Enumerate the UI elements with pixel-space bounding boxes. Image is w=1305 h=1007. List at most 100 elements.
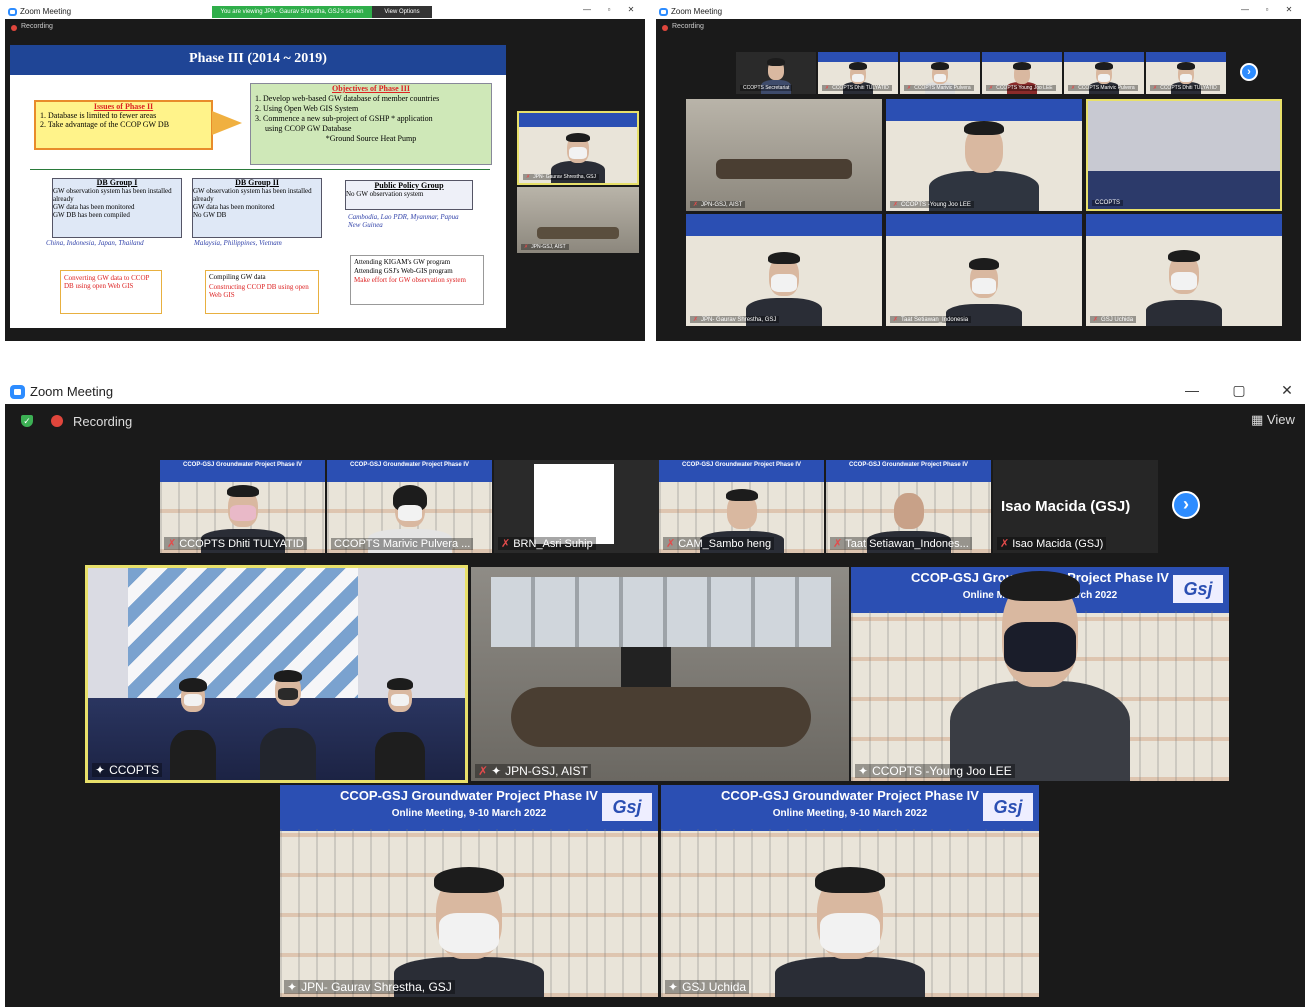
- blank-video: [534, 464, 614, 544]
- video-tile[interactable]: CCOP-GSJ Groundwater Project Phase IVOnl…: [661, 785, 1039, 997]
- participant-label: ✗ CCOPTS Young Joo LEE: [986, 85, 1056, 91]
- video-tile[interactable]: CCOP-GSJ Groundwater Project Phase IVOnl…: [851, 567, 1229, 781]
- window-title: Zoom Meeting: [30, 384, 114, 399]
- video-tile[interactable]: ✗ JPN-GSJ, AIST: [686, 99, 882, 211]
- participant-label: ✗ JPN-GSJ, AIST: [521, 244, 569, 250]
- strip-tile-name-only[interactable]: Isao Macida (GSJ) ✗ Isao Macida (GSJ): [993, 460, 1158, 553]
- strip-tile[interactable]: CCOP-GSJ Groundwater Project Phase IV CC…: [327, 460, 492, 553]
- side-tile-2[interactable]: ✗ JPN-GSJ, AIST: [517, 187, 639, 253]
- close-button[interactable]: ✕: [624, 5, 638, 14]
- action-box-3: Attending KIGAM's GW program Attending G…: [350, 255, 484, 305]
- participant-label: ✗ Isao Macida (GSJ): [997, 537, 1107, 550]
- participant-label: ✗ BRN_Asri Suhip: [498, 537, 596, 550]
- pin-icon: ✦: [287, 980, 298, 994]
- participant-video: [744, 246, 824, 326]
- db-group-1-item: GW DB has been compiled: [53, 211, 130, 219]
- gallery-grid-icon: ▦: [1251, 412, 1264, 427]
- strip-tile[interactable]: ✗ BRN_Asri Suhip: [494, 460, 659, 553]
- db-group-1-countries: China, Indonesia, Japan, Thailand: [46, 239, 144, 247]
- participant-label: ✗ CCOPTS Dhiti TULYATID: [1150, 85, 1220, 91]
- top-right-zoom-window: Zoom Meeting — ▫ ✕ Recording CCOPTS Secr…: [656, 5, 1301, 341]
- mic-muted-icon: ✗: [501, 538, 511, 550]
- view-button[interactable]: ▦ View: [1251, 412, 1295, 428]
- screen-share-banner: You are viewing JPN- Gaurav Shrestha, GS…: [212, 6, 372, 18]
- conference-table: [716, 159, 852, 179]
- db-group-2-item: GW data has been monitored: [193, 203, 275, 211]
- video-tile[interactable]: ✗ ✦ JPN-GSJ, AIST: [471, 567, 849, 781]
- recording-bar: Recording: [5, 19, 645, 37]
- shield-icon: ✓: [21, 415, 33, 427]
- video-tile[interactable]: ✗ Taat Setiawan_Indonesia: [886, 214, 1082, 326]
- ccop-banner: CCOP-GSJ Groundwater Project Phase IV: [160, 460, 325, 482]
- action-2-item: Constructing CCOP DB using open Web GIS: [209, 283, 309, 299]
- strip-tile[interactable]: ✗ CCOPTS Dhiti TULYATID: [1146, 52, 1226, 94]
- strip-tile[interactable]: CCOP-GSJ Groundwater Project Phase IV ✗ C…: [659, 460, 824, 553]
- strip-tile[interactable]: CCOP-GSJ Groundwater Project Phase IV ✗ T…: [826, 460, 991, 553]
- mic-muted-icon: ✗: [907, 85, 912, 91]
- close-button[interactable]: ✕: [1282, 5, 1296, 14]
- db-group-1-item: GW data has been monitored: [53, 203, 135, 211]
- maximize-button[interactable]: ▢: [1227, 382, 1251, 399]
- issues-box: Issues of Phase II 1. Database is limite…: [34, 100, 213, 150]
- maximize-button[interactable]: ▫: [1260, 5, 1274, 14]
- video-tile[interactable]: CCOP-GSJ Groundwater Project Phase IVOnl…: [280, 785, 658, 997]
- db-group-2-countries: Malaysia, Philippines, Vietnam: [194, 239, 282, 247]
- divider: [30, 169, 490, 170]
- strip-tile[interactable]: ✗ CCOPTS Dhiti TULYATID: [818, 52, 898, 94]
- video-tile[interactable]: ✗ CCOPTS -Young Joo LEE: [886, 99, 1082, 211]
- db-group-1-title: DB Group I: [96, 178, 138, 187]
- mic-muted-icon: ✗: [693, 202, 699, 208]
- participant-label: ✗ Taat Setiawan_Indones...: [830, 537, 972, 550]
- participant-video: [258, 660, 318, 780]
- participant-label: ✗ CAM_Sambo heng: [663, 537, 775, 550]
- minimize-button[interactable]: —: [580, 5, 594, 14]
- action-3-item: Attending GSJ's Web-GIS program: [354, 267, 453, 275]
- participant-label: ✗ CCOPTS Marivic Pulvera: [1068, 85, 1138, 91]
- strip-tile[interactable]: ✗ CCOPTS Young Joo LEE: [982, 52, 1062, 94]
- issues-title: Issues of Phase II: [93, 102, 154, 111]
- policy-group-item: No GW observation system: [346, 190, 424, 198]
- strip-tile[interactable]: CCOP-GSJ Groundwater Project Phase IV ✗ C…: [160, 460, 325, 553]
- policy-group-box: Public Policy Group No GW observation sy…: [345, 180, 473, 210]
- mic-muted-icon: ✗: [1071, 85, 1076, 91]
- strip-tile[interactable]: ✗ CCOPTS Marivic Pulvera: [1064, 52, 1144, 94]
- conference-table: [537, 227, 619, 239]
- action-1-item: Converting GW data to CCOP DB using open…: [64, 274, 150, 290]
- video-tile[interactable]: ✗ JPN- Gaurav Shrestha, GSJ: [686, 214, 882, 326]
- side-tile-1[interactable]: ✗ JPN- Gaurav Shrestha, GSJ: [517, 111, 639, 185]
- objective-note: *Ground Source Heat Pump: [325, 134, 417, 143]
- pin-icon: ✦: [668, 980, 679, 994]
- participant-video: [168, 670, 218, 780]
- participant-label: CCOPTS Secretariat: [740, 85, 793, 91]
- video-tile[interactable]: ✗ GSJ Uchida: [1086, 214, 1282, 326]
- mic-muted-icon: ✗: [478, 764, 489, 778]
- close-button[interactable]: ✕: [1275, 382, 1299, 399]
- next-page-button[interactable]: ›: [1172, 491, 1200, 519]
- mic-muted-icon: ✗: [526, 174, 531, 180]
- db-group-2-item: No GW DB: [193, 211, 227, 219]
- gsj-logo: Gsj: [602, 793, 652, 821]
- strip-tile[interactable]: CCOPTS Secretariat: [736, 52, 816, 94]
- minimize-button[interactable]: —: [1238, 5, 1252, 14]
- view-options-button[interactable]: View Options: [372, 6, 432, 18]
- video-tile[interactable]: ✦ CCOPTS: [85, 565, 468, 783]
- participant-video: [770, 867, 930, 997]
- record-icon: [662, 25, 668, 31]
- maximize-button[interactable]: ▫: [602, 5, 616, 14]
- participant-video: [924, 115, 1044, 211]
- mic-muted-icon: ✗: [167, 538, 177, 550]
- db-group-2-item: GW observation system has been installed…: [193, 187, 312, 203]
- db-group-1-item: GW observation system has been installed…: [53, 187, 172, 203]
- strip-tile[interactable]: ✗ CCOPTS Marivic Pulvera: [900, 52, 980, 94]
- action-box-2: Compiling GW data Constructing CCOP DB u…: [205, 270, 319, 314]
- conference-table: [511, 687, 811, 747]
- monitor: [621, 647, 671, 687]
- minimize-button[interactable]: —: [1180, 382, 1204, 398]
- arrow-shape: [212, 111, 242, 135]
- db-group-2-box: DB Group II GW observation system has be…: [192, 178, 322, 238]
- action-3-item: Attending KIGAM's GW program: [354, 258, 451, 266]
- issue-1: 1. Database is limited to fewer areas: [40, 111, 157, 120]
- video-tile[interactable]: CCOPTS: [1086, 99, 1282, 211]
- mic-muted-icon: ✗: [833, 538, 843, 550]
- next-page-button[interactable]: ›: [1240, 63, 1258, 81]
